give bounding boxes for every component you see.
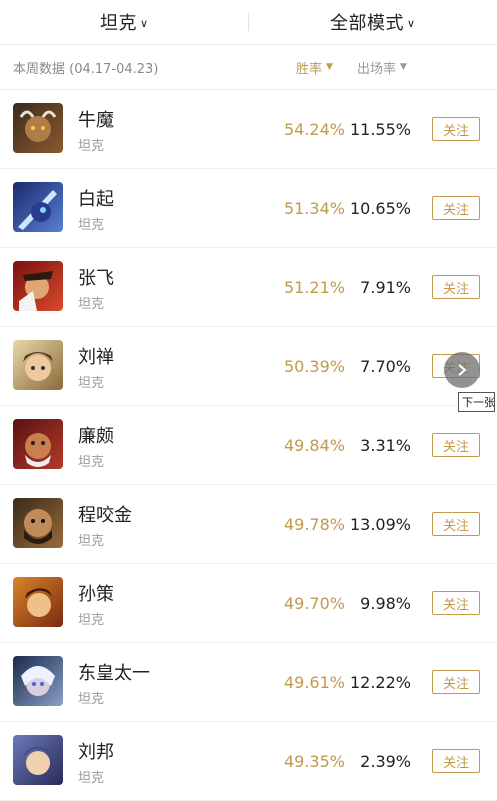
next-image-button[interactable] — [444, 352, 480, 388]
hero-row[interactable]: 廉颇 坦克 49.84% 3.31% 关注 — [0, 406, 497, 485]
hero-win-rate: 50.39% — [284, 357, 345, 376]
hero-name: 牛魔 — [78, 106, 114, 132]
filter-divider — [248, 13, 249, 31]
hero-pick-rate: 7.70% — [360, 357, 411, 376]
hero-pick-rate: 10.65% — [350, 199, 411, 218]
hero-win-rate: 49.84% — [284, 436, 345, 455]
follow-button[interactable]: 关注 — [432, 117, 480, 141]
hero-win-rate: 49.70% — [284, 594, 345, 613]
hero-role: 坦克 — [78, 293, 104, 312]
hero-win-rate: 51.34% — [284, 199, 345, 218]
hero-row[interactable]: 刘邦 坦克 49.35% 2.39% 关注 — [0, 722, 497, 801]
hero-name: 东皇太一 — [78, 659, 150, 685]
hero-row[interactable]: 程咬金 坦克 49.78% 13.09% 关注 — [0, 485, 497, 564]
hero-avatar — [13, 182, 63, 232]
role-filter-dropdown[interactable]: 坦克 ∨ — [0, 9, 249, 35]
hero-row[interactable]: 张飞 坦克 51.21% 7.91% 关注 — [0, 248, 497, 327]
hero-role: 坦克 — [78, 214, 104, 233]
hero-name: 白起 — [78, 185, 114, 211]
hero-name: 刘禅 — [78, 343, 114, 369]
hero-pick-rate: 7.91% — [360, 278, 411, 297]
hero-name: 孙策 — [78, 580, 114, 606]
hero-avatar — [13, 419, 63, 469]
hero-avatar — [13, 577, 63, 627]
hero-win-rate: 49.35% — [284, 752, 345, 771]
hero-role: 坦克 — [78, 135, 104, 154]
hero-name: 廉颇 — [78, 422, 114, 448]
hero-avatar — [13, 340, 63, 390]
hero-list: 牛魔 坦克 54.24% 11.55% 关注 白起 坦克 51.34% 10.6… — [0, 90, 497, 801]
hero-win-rate: 51.21% — [284, 278, 345, 297]
mode-filter-label: 全部模式 — [330, 9, 404, 35]
role-filter-label: 坦克 — [100, 9, 137, 35]
hero-name: 刘邦 — [78, 738, 114, 764]
hero-pick-rate: 12.22% — [350, 673, 411, 692]
follow-button[interactable]: 关注 — [432, 512, 480, 536]
sort-pick-rate-label: 出场率 — [357, 58, 396, 77]
hero-pick-rate: 9.98% — [360, 594, 411, 613]
week-range-label: 本周数据 (04.17-04.23) — [13, 58, 158, 77]
hero-role: 坦克 — [78, 530, 104, 549]
hero-row[interactable]: 孙策 坦克 49.70% 9.98% 关注 — [0, 564, 497, 643]
hero-avatar — [13, 261, 63, 311]
hero-role: 坦克 — [78, 451, 104, 470]
caret-down-icon: ▼ — [400, 62, 407, 72]
hero-pick-rate: 3.31% — [360, 436, 411, 455]
hero-name: 程咬金 — [78, 501, 132, 527]
follow-button[interactable]: 关注 — [432, 670, 480, 694]
sort-bar: 本周数据 (04.17-04.23) 胜率 ▼ 出场率 ▼ — [0, 45, 497, 90]
chevron-down-icon: ∨ — [407, 17, 416, 30]
hero-pick-rate: 13.09% — [350, 515, 411, 534]
hero-win-rate: 54.24% — [284, 120, 345, 139]
hero-role: 坦克 — [78, 688, 104, 707]
follow-button[interactable]: 关注 — [432, 196, 480, 220]
hero-win-rate: 49.78% — [284, 515, 345, 534]
next-image-tooltip: 下一张 — [458, 392, 495, 412]
hero-row[interactable]: 刘禅 坦克 50.39% 7.70% 关注 — [0, 327, 497, 406]
hero-avatar — [13, 103, 63, 153]
chevron-down-icon: ∨ — [140, 17, 149, 30]
caret-down-icon: ▼ — [326, 62, 333, 72]
follow-button[interactable]: 关注 — [432, 433, 480, 457]
hero-role: 坦克 — [78, 372, 104, 391]
sort-win-rate-label: 胜率 — [296, 58, 322, 77]
hero-name: 张飞 — [78, 264, 114, 290]
hero-win-rate: 49.61% — [284, 673, 345, 692]
mode-filter-dropdown[interactable]: 全部模式 ∨ — [249, 9, 497, 35]
chevron-right-icon — [455, 363, 469, 377]
sort-win-rate-button[interactable]: 胜率 ▼ — [296, 58, 333, 77]
hero-avatar — [13, 498, 63, 548]
follow-button[interactable]: 关注 — [432, 591, 480, 615]
hero-row[interactable]: 东皇太一 坦克 49.61% 12.22% 关注 — [0, 643, 497, 722]
hero-row[interactable]: 牛魔 坦克 54.24% 11.55% 关注 — [0, 90, 497, 169]
follow-button[interactable]: 关注 — [432, 749, 480, 773]
filter-bar: 坦克 ∨ 全部模式 ∨ — [0, 0, 497, 45]
follow-button[interactable]: 关注 — [432, 275, 480, 299]
hero-avatar — [13, 656, 63, 706]
hero-role: 坦克 — [78, 609, 104, 628]
sort-pick-rate-button[interactable]: 出场率 ▼ — [357, 58, 407, 77]
hero-pick-rate: 2.39% — [360, 752, 411, 771]
hero-role: 坦克 — [78, 767, 104, 786]
hero-pick-rate: 11.55% — [350, 120, 411, 139]
hero-row[interactable]: 白起 坦克 51.34% 10.65% 关注 — [0, 169, 497, 248]
hero-avatar — [13, 735, 63, 785]
